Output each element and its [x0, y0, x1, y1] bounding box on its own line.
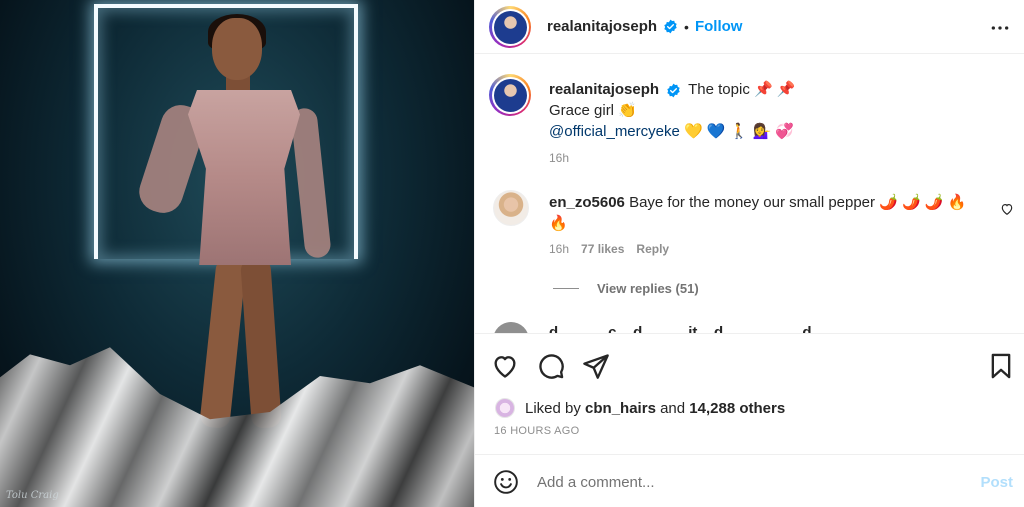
comment-item-partial: d... ... ... c... d... ... ...it... d...… — [549, 322, 989, 333]
bookmark-icon[interactable] — [987, 352, 1015, 380]
caption-author-avatar[interactable] — [489, 74, 531, 116]
caption-line-2: Grace girl 👏 — [549, 102, 637, 119]
caption-line-1: The topic 📌 📌 — [688, 81, 796, 98]
likes-summary: Liked by cbn_hairs and 14,288 others — [525, 400, 785, 417]
post-image[interactable]: Tolu Craig — [0, 0, 474, 507]
send-icon[interactable] — [582, 352, 610, 380]
add-comment-bar: Post — [475, 454, 1024, 507]
view-replies-label[interactable]: View replies (51) — [597, 281, 699, 296]
likes-count-link[interactable]: 14,288 others — [689, 400, 785, 417]
comment-text: Baye for the money our small pepper 🌶️ 🌶… — [629, 194, 967, 211]
likes-middle: and — [660, 400, 686, 417]
caption-time[interactable]: 16h — [549, 151, 1009, 165]
comment-username[interactable]: en_zo5606 — [549, 194, 625, 211]
author-username[interactable]: realanitajoseph — [547, 18, 657, 35]
likes-prefix: Liked by — [525, 400, 581, 417]
caption-username[interactable]: realanitajoseph — [549, 81, 659, 98]
separator-dot: • — [684, 18, 689, 35]
comment-reply-button[interactable]: Reply — [636, 242, 669, 256]
post-details-panel: realanitajoseph • Follow realanitajoseph… — [474, 0, 1024, 507]
caption-mention-link[interactable]: @official_mercyeke — [549, 123, 680, 140]
verified-badge-icon — [667, 83, 680, 97]
caption: realanitajoseph The topic 📌 📌 Grace girl… — [549, 79, 1009, 165]
comment-likes[interactable]: 77 likes — [581, 242, 624, 256]
replies-divider — [553, 288, 579, 289]
post-comment-button[interactable]: Post — [980, 474, 1013, 491]
commenter-avatar-partial — [493, 322, 529, 333]
comment-text-continued: 🔥 — [549, 215, 568, 232]
comment-like-heart-icon[interactable] — [1000, 202, 1014, 216]
post-timestamp[interactable]: 16 HOURS AGO — [494, 425, 580, 437]
follow-button[interactable]: Follow — [695, 18, 743, 35]
more-horizontal-icon[interactable] — [989, 18, 1011, 38]
post-header: realanitajoseph • Follow — [475, 0, 1024, 54]
verified-badge-icon — [664, 19, 677, 34]
comment-time[interactable]: 16h — [549, 242, 569, 256]
photographer-signature: Tolu Craig — [6, 490, 59, 501]
comment-item: en_zo5606 Baye for the money our small p… — [549, 192, 989, 256]
emoji-icon[interactable] — [493, 469, 519, 495]
commenter-avatar[interactable] — [493, 190, 529, 226]
liker-username[interactable]: cbn_hairs — [585, 400, 656, 417]
comment-icon[interactable] — [537, 352, 565, 380]
model-figure — [134, 14, 340, 438]
heart-icon[interactable] — [491, 352, 519, 380]
partial-comment-text: d... ... ... c... d... ... ...it... d...… — [549, 324, 858, 333]
comment-input[interactable] — [537, 471, 957, 493]
liker-avatar[interactable] — [495, 398, 515, 418]
post-actions-bar — [475, 333, 1024, 393]
caption-mention-emojis: 💛 💙 🚶 💁‍♀️ 💞 — [684, 123, 795, 140]
view-replies-toggle[interactable]: View replies (51) — [553, 281, 699, 296]
author-avatar[interactable] — [489, 6, 531, 48]
